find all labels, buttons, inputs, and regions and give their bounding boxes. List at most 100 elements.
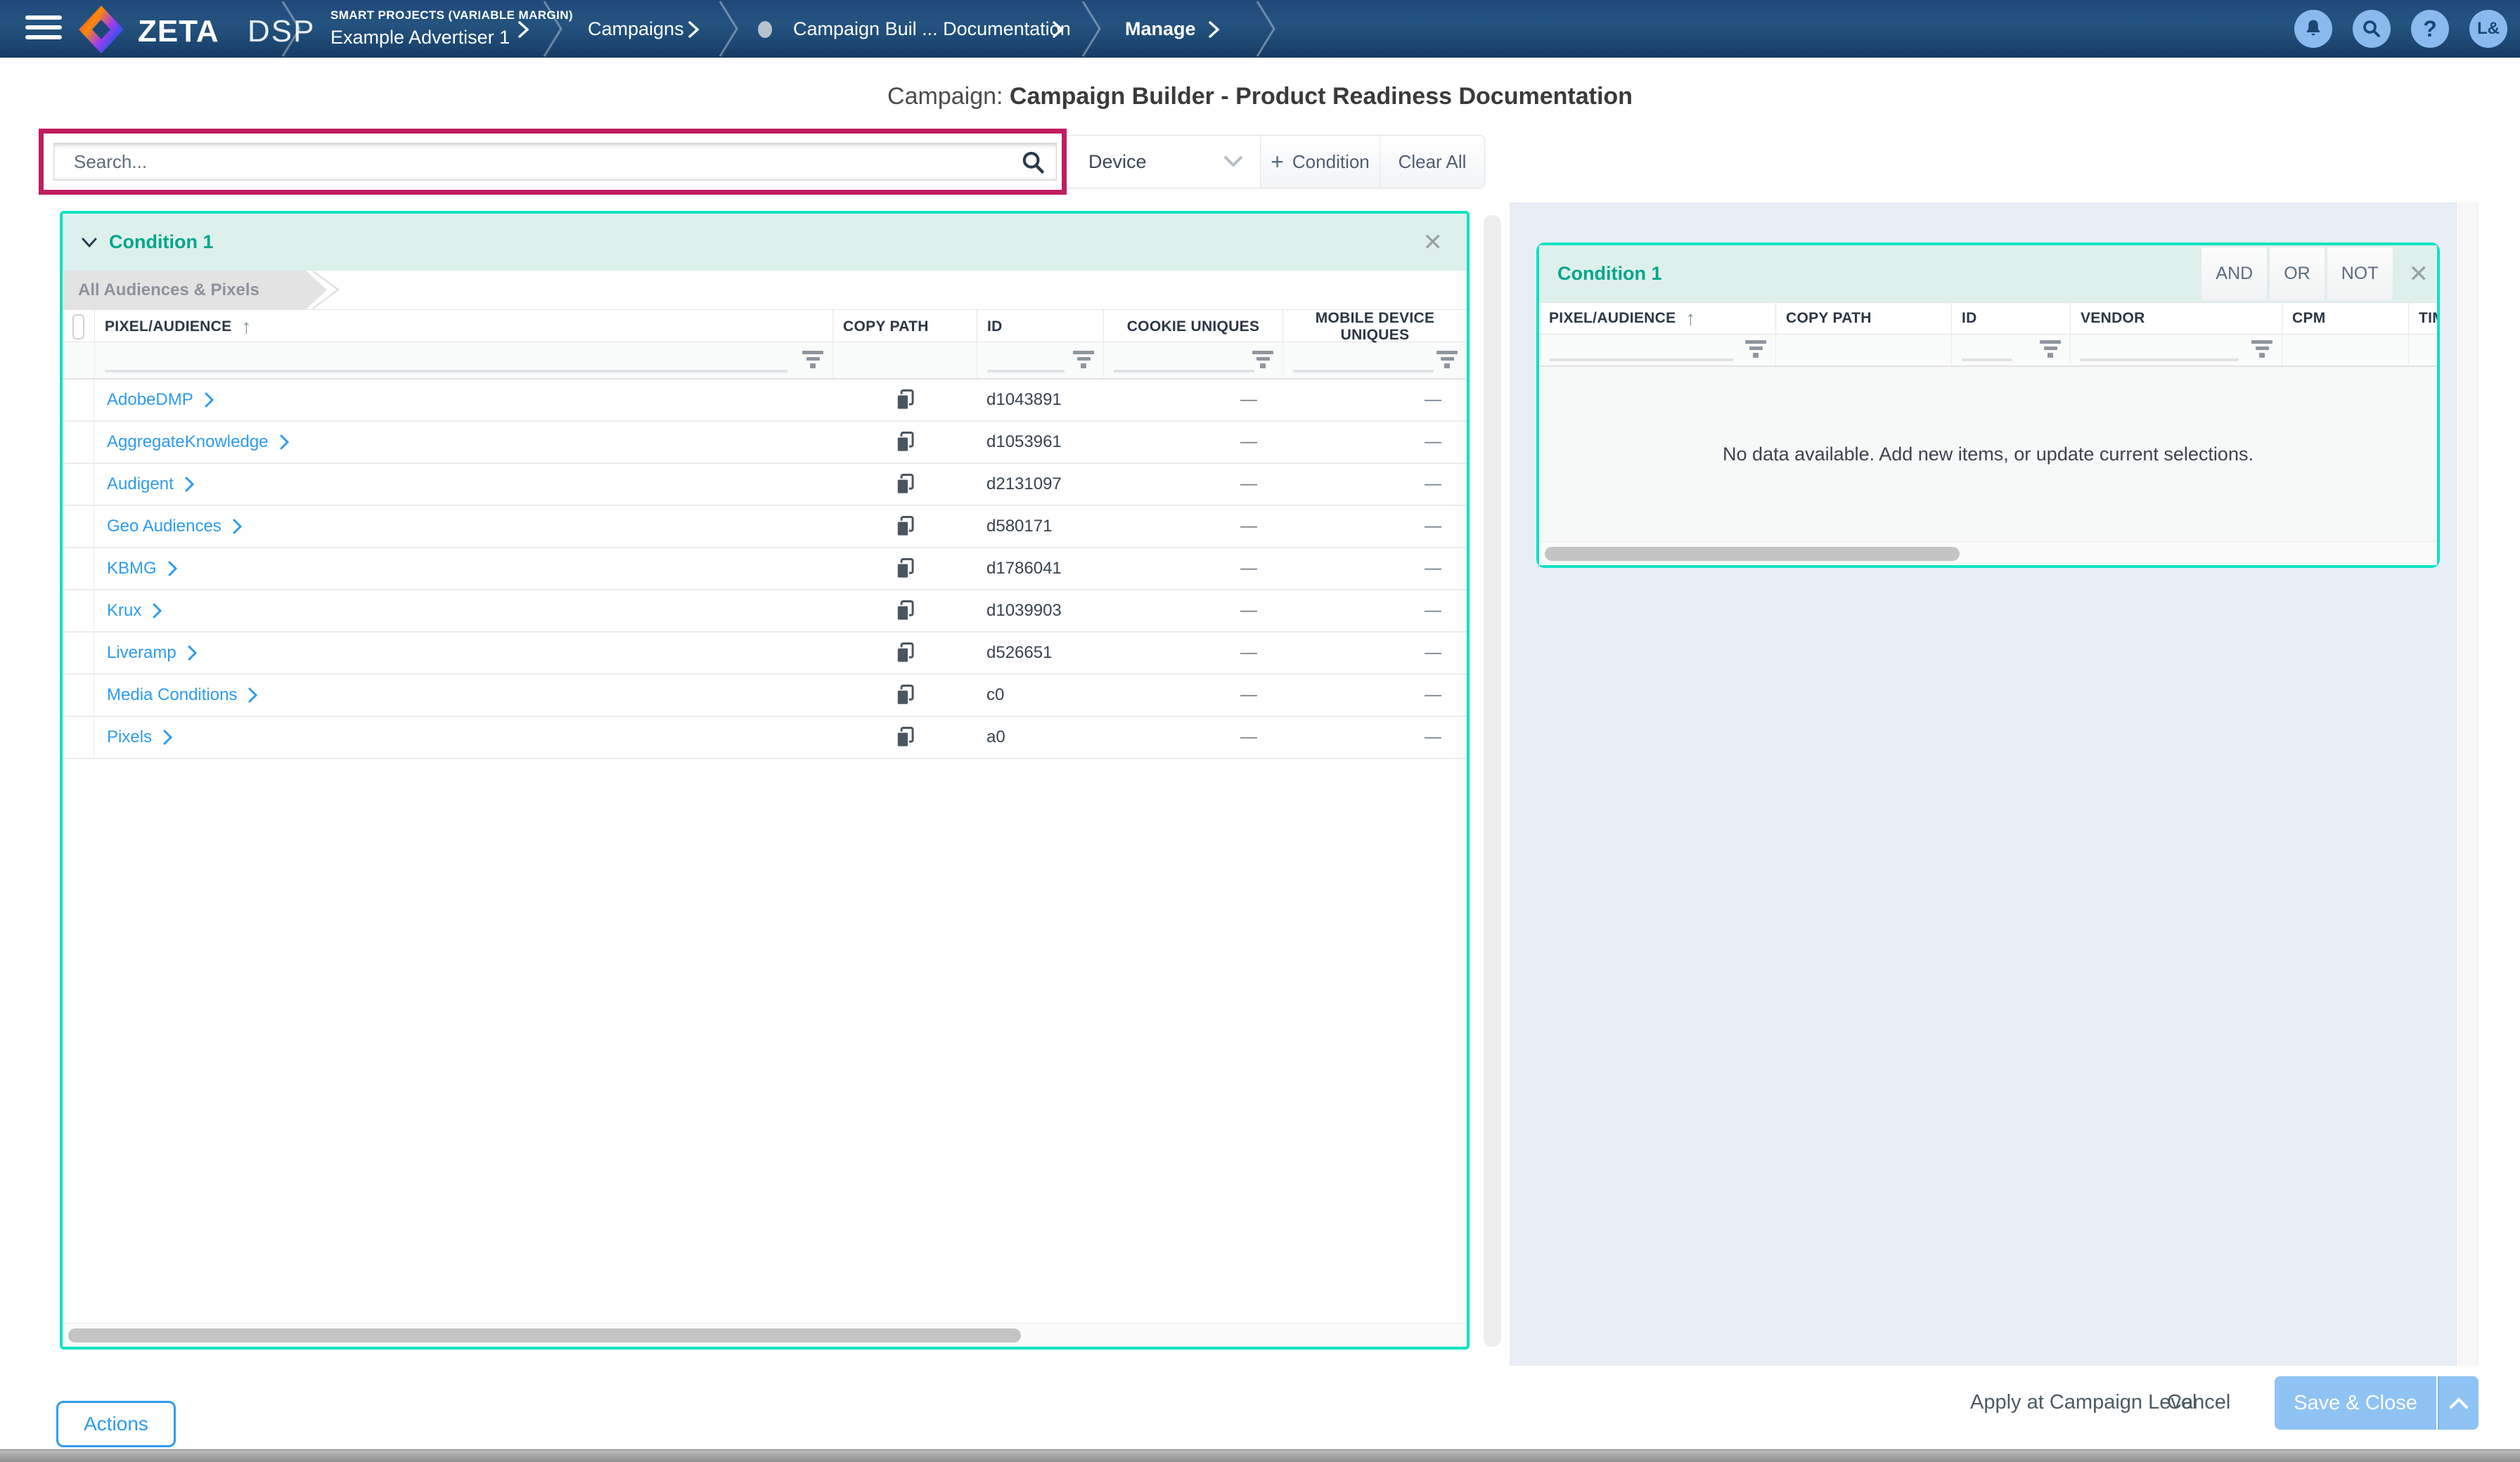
scrollbar-thumb[interactable] bbox=[1545, 547, 1960, 561]
global-search-button[interactable] bbox=[2353, 10, 2391, 48]
avatar[interactable]: L& bbox=[2469, 10, 2507, 48]
filter-input[interactable] bbox=[105, 370, 788, 373]
filter-id[interactable] bbox=[1951, 335, 2070, 366]
zeta-logo-icon bbox=[79, 6, 124, 53]
tab-all-audiences-pixels[interactable]: All Audiences & Pixels bbox=[63, 271, 327, 309]
chevron-right-icon[interactable] bbox=[153, 603, 162, 619]
col-pixel-audience[interactable]: PIXEL/AUDIENCE↑ bbox=[94, 310, 832, 344]
chevron-right-icon[interactable] bbox=[205, 392, 214, 408]
vertical-scrollbar[interactable] bbox=[1484, 215, 1501, 1347]
notifications-button[interactable] bbox=[2294, 10, 2332, 48]
breadcrumb-manage[interactable]: Manage bbox=[1125, 18, 1196, 40]
copy-path-cell bbox=[832, 600, 977, 622]
audience-link[interactable]: AdobeDMP bbox=[107, 390, 193, 410]
col-id[interactable]: ID bbox=[977, 310, 1103, 344]
window-bottom-edge bbox=[0, 1449, 2520, 1462]
save-close-button[interactable]: Save & Close bbox=[2275, 1376, 2436, 1430]
chevron-right-icon[interactable] bbox=[518, 20, 530, 39]
apply-campaign-level-link[interactable]: Apply at Campaign Level bbox=[1970, 1391, 2197, 1414]
audience-link[interactable]: Geo Audiences bbox=[107, 517, 221, 536]
search-icon[interactable] bbox=[1020, 149, 1046, 176]
copy-icon[interactable] bbox=[894, 389, 915, 411]
copy-icon[interactable] bbox=[894, 557, 915, 580]
breadcrumb-campaigns[interactable]: Campaigns bbox=[588, 18, 684, 40]
filter-mobile-device-uniques[interactable] bbox=[1282, 342, 1467, 378]
chevron-right-icon[interactable] bbox=[688, 20, 700, 39]
copy-icon[interactable] bbox=[894, 642, 915, 664]
filter-input[interactable] bbox=[1114, 370, 1254, 373]
breadcrumb-advertiser[interactable]: Example Advertiser 1 bbox=[330, 27, 510, 48]
chevron-right-icon[interactable] bbox=[1208, 20, 1221, 39]
col-vendor[interactable]: VENDOR bbox=[2070, 303, 2282, 334]
select-all-checkbox[interactable] bbox=[72, 314, 84, 339]
breadcrumb-campaign-name[interactable]: Campaign Buil ... Documentation bbox=[793, 18, 1071, 40]
chevron-right-icon[interactable] bbox=[163, 730, 173, 745]
search-input[interactable] bbox=[53, 143, 1057, 181]
copy-icon[interactable] bbox=[894, 600, 915, 622]
operator-and[interactable]: AND bbox=[2201, 247, 2268, 301]
filter-icon[interactable] bbox=[2251, 340, 2273, 358]
filter-pixel-audience[interactable] bbox=[1539, 335, 1775, 366]
close-icon[interactable]: ✕ bbox=[2403, 262, 2435, 286]
collapse-chevron-icon[interactable] bbox=[81, 237, 98, 248]
scrollbar-thumb[interactable] bbox=[68, 1328, 1021, 1343]
col-cookie-uniques[interactable]: COOKIE UNIQUES bbox=[1103, 310, 1282, 344]
operator-not[interactable]: NOT bbox=[2327, 247, 2393, 301]
chevron-right-icon[interactable] bbox=[185, 477, 195, 492]
audience-link[interactable]: Liveramp bbox=[107, 643, 176, 663]
filter-input[interactable] bbox=[2081, 358, 2239, 361]
chevron-right-icon[interactable] bbox=[1052, 20, 1065, 39]
chevron-right-icon[interactable] bbox=[188, 645, 198, 661]
filter-input[interactable] bbox=[1962, 358, 2012, 361]
add-condition-button[interactable]: + Condition bbox=[1261, 136, 1380, 188]
filter-cookie-uniques[interactable] bbox=[1103, 342, 1282, 378]
col-mobile-device-uniques[interactable]: MOBILE DEVICE UNIQUES bbox=[1282, 310, 1467, 344]
chevron-right-icon[interactable] bbox=[280, 434, 290, 450]
filter-icon[interactable] bbox=[2039, 340, 2062, 358]
filter-icon[interactable] bbox=[1252, 351, 1274, 368]
filter-input[interactable] bbox=[1549, 358, 1733, 361]
bell-icon bbox=[2303, 18, 2324, 40]
copy-icon[interactable] bbox=[894, 431, 915, 453]
col-pixel-audience[interactable]: PIXEL/AUDIENCE↑ bbox=[1539, 303, 1775, 334]
brand-zeta: ZETA bbox=[138, 14, 219, 49]
copy-icon[interactable] bbox=[894, 515, 915, 538]
vertical-scrollbar[interactable] bbox=[2459, 202, 2478, 1366]
menu-icon[interactable] bbox=[25, 15, 62, 42]
filter-icon[interactable] bbox=[1436, 351, 1458, 368]
filter-icon[interactable] bbox=[1744, 340, 1767, 358]
clear-all-button[interactable]: Clear All bbox=[1380, 136, 1484, 188]
audience-link[interactable]: KBMG bbox=[107, 559, 157, 578]
filter-id[interactable] bbox=[977, 342, 1103, 378]
copy-icon[interactable] bbox=[894, 726, 915, 749]
dimension-select[interactable]: Device bbox=[1072, 136, 1261, 188]
col-cpm[interactable]: CPM bbox=[2282, 303, 2408, 334]
help-button[interactable]: ? bbox=[2411, 10, 2449, 48]
col-tim-truncated[interactable]: TIM bbox=[2408, 303, 2437, 334]
audience-link[interactable]: Audigent bbox=[107, 474, 174, 494]
cancel-link[interactable]: Cancel bbox=[2167, 1391, 2230, 1414]
chevron-right-icon[interactable] bbox=[248, 687, 258, 703]
col-copy-path[interactable]: COPY PATH bbox=[832, 310, 977, 344]
chevron-right-icon[interactable] bbox=[168, 561, 178, 576]
audience-link[interactable]: Pixels bbox=[107, 727, 152, 747]
copy-icon[interactable] bbox=[894, 684, 915, 706]
col-copy-path[interactable]: COPY PATH bbox=[1775, 303, 1951, 334]
close-icon[interactable]: ✕ bbox=[1418, 231, 1449, 254]
filter-pixel-audience[interactable] bbox=[94, 342, 832, 378]
operator-or[interactable]: OR bbox=[2269, 247, 2325, 301]
save-options-toggle[interactable] bbox=[2438, 1376, 2479, 1430]
audience-link[interactable]: Media Conditions bbox=[107, 685, 237, 705]
chevron-right-icon[interactable] bbox=[233, 519, 243, 534]
col-id[interactable]: ID bbox=[1951, 303, 2070, 334]
copy-icon[interactable] bbox=[894, 473, 915, 496]
audience-link[interactable]: AggregateKnowledge bbox=[107, 432, 269, 452]
audience-link[interactable]: Krux bbox=[107, 601, 141, 621]
condition-title: Condition 1 bbox=[109, 231, 213, 253]
filter-input[interactable] bbox=[1293, 370, 1434, 373]
actions-button[interactable]: Actions bbox=[56, 1401, 176, 1447]
filter-icon[interactable] bbox=[1072, 351, 1095, 368]
filter-vendor[interactable] bbox=[2070, 335, 2282, 366]
filter-icon[interactable] bbox=[802, 351, 824, 368]
filter-input[interactable] bbox=[987, 370, 1065, 373]
